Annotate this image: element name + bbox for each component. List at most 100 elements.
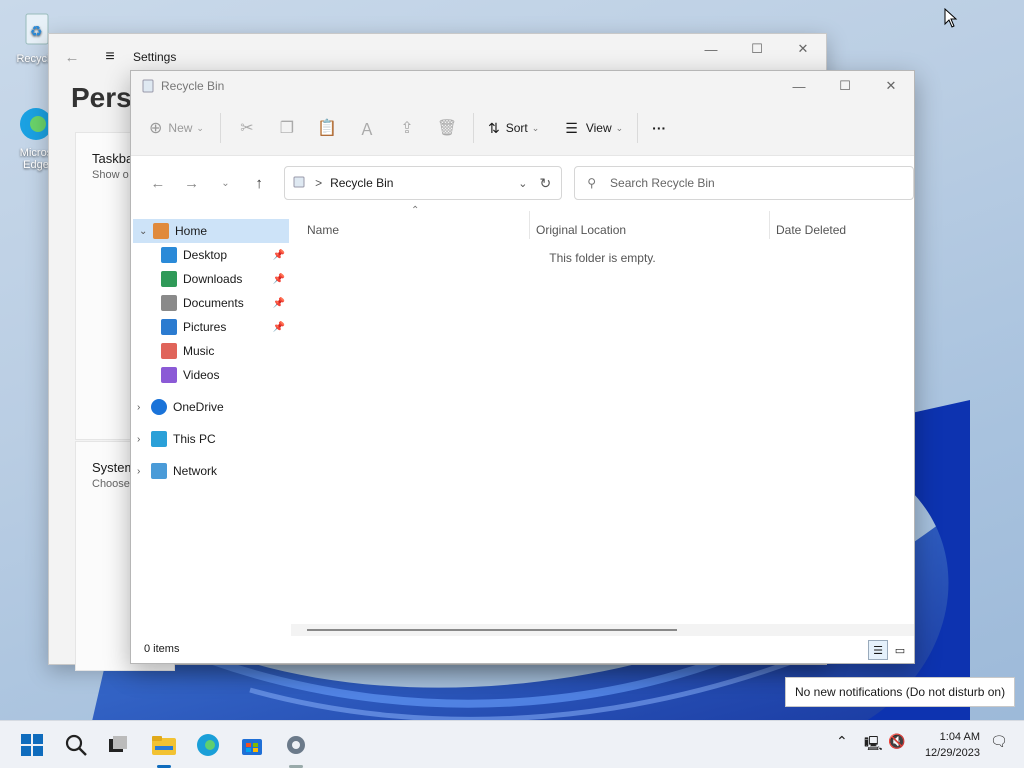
nav-label: Pictures [183,320,227,334]
pin-icon[interactable]: 📌 [273,274,285,285]
refresh-icon[interactable]: ↻ [539,175,551,192]
chevron-down-icon[interactable]: ⌄ [518,177,527,190]
explorer-window-controls: — ☐ ✕ [776,71,914,101]
details-view-icon[interactable]: ☰ [868,640,888,660]
chevron-right-icon[interactable]: › [137,402,151,413]
search-icon: ⚲ [587,176,597,190]
minimize-icon[interactable]: — [688,34,734,64]
pin-icon[interactable]: 📌 [273,322,285,333]
show-hidden-icons-chevron-icon[interactable]: ⌃ [836,733,848,750]
window-title: Recycle Bin [161,79,225,93]
nav-item-documents[interactable]: Documents 📌 [131,291,291,315]
recent-chevron-icon[interactable]: ⌄ [209,178,243,189]
search-input[interactable]: ⚲ Search Recycle Bin [574,166,914,200]
column-header-name[interactable]: Name [307,223,339,237]
share-icon[interactable]: ⇪ [387,112,427,144]
file-explorer-icon[interactable] [148,729,180,761]
clock[interactable]: 1:04 AM 12/29/2023 [925,729,980,761]
file-explorer-window: Recycle Bin — ☐ ✕ ⊕ New ⌄ ✂ ❐ 📋 Ａ ⇪ 🗑 ⇅ … [130,70,915,664]
notification-center-icon[interactable]: 🗨 [990,733,1008,750]
forward-arrow-icon[interactable]: → [175,175,209,192]
chevron-right-icon[interactable]: › [137,434,151,445]
task-view-icon[interactable] [102,729,134,761]
nav-item-downloads[interactable]: Downloads 📌 [131,267,291,291]
nav-label: Desktop [183,248,228,262]
nav-label: Documents [183,296,244,310]
back-arrow-icon[interactable]: ← [141,175,175,192]
column-header-original-location[interactable]: Original Location [536,223,626,237]
rename-icon[interactable]: Ａ [347,112,387,144]
nav-label: Downloads [183,272,243,286]
maximize-icon[interactable]: ☐ [822,71,868,101]
volume-muted-icon[interactable]: 🔇 [888,733,905,750]
view-icon: ☰ [565,119,578,136]
nav-item-network[interactable]: › Network [131,459,291,483]
taskbar: ⌃ 🖳 🔇 1:04 AM 12/29/2023 🗨 [0,720,1024,768]
clock-time: 1:04 AM [939,731,980,743]
chevron-down-icon: ⌄ [531,122,540,133]
copy-icon[interactable]: ❐ [267,112,307,144]
address-bar[interactable]: > Recycle Bin ⌄ ↻ [284,166,563,200]
command-bar: ⊕ New ⌄ ✂ ❐ 📋 Ａ ⇪ 🗑 ⇅ Sort ⌄ ☰ View ⌄ ··… [131,101,914,156]
chevron-down-icon: ⌄ [615,122,624,133]
divider [637,113,639,143]
tiles-view-icon[interactable]: ▭ [890,640,910,660]
start-icon[interactable] [16,729,48,761]
network-status-icon[interactable]: 🖳 [864,733,883,757]
nav-item-desktop[interactable]: Desktop 📌 [131,243,291,267]
cut-icon[interactable]: ✂ [227,112,267,144]
navigation-pane: ⌄ Home Desktop 📌 Downloads 📌 Documents 📌 Pictu… [131,211,291,621]
nav-item-videos[interactable]: Videos [131,363,291,387]
sort-button[interactable]: ⇅ Sort ⌄ [488,112,539,144]
scrollbar-thumb[interactable] [307,629,677,631]
column-divider[interactable] [769,211,770,239]
menu-icon[interactable]: ≡ [95,48,125,66]
nav-item-this-pc[interactable]: › This PC [131,427,291,451]
edge-icon[interactable] [192,729,224,761]
notification-toast: No new notifications (Do not disturb on) [785,677,1016,707]
new-button[interactable]: ⊕ New ⌄ [149,112,204,144]
delete-icon[interactable]: 🗑 [427,112,467,144]
empty-folder-message: This folder is empty. [549,251,656,265]
close-icon[interactable]: ✕ [780,34,826,64]
minimize-icon[interactable]: — [776,71,822,101]
column-header-date-deleted[interactable]: Date Deleted [776,223,846,237]
nav-label: Music [183,344,215,358]
nav-item-pictures[interactable]: Pictures 📌 [131,315,291,339]
nav-label: OneDrive [173,400,224,414]
settings-window-controls: — ☐ ✕ [688,34,826,64]
column-divider[interactable] [529,211,530,239]
status-bar: 0 items [131,635,914,663]
pin-icon[interactable]: 📌 [273,298,285,309]
back-arrow-icon[interactable]: ← [49,49,95,66]
divider [219,113,221,143]
up-arrow-icon[interactable]: ↑ [242,175,276,192]
breadcrumb[interactable]: Recycle Bin [330,176,393,190]
search-placeholder: Search Recycle Bin [610,176,715,190]
chevron-down-icon: ⌄ [196,122,204,133]
chevron-right-icon[interactable]: › [137,466,151,477]
pin-icon[interactable]: 📌 [273,250,285,261]
music-folder-icon [161,343,177,359]
divider [472,113,474,143]
close-icon[interactable]: ✕ [868,71,914,101]
view-label: View [585,121,612,135]
view-button[interactable]: ☰ View ⌄ [565,112,623,144]
sort-icon: ⇅ [487,119,500,136]
settings-icon[interactable] [280,729,312,761]
address-row: ← → ⌄ ↑ > Recycle Bin ⌄ ↻ ⚲ Search Recyc… [131,156,914,210]
nav-item-home[interactable]: ⌄ Home [133,219,289,243]
nav-label: Home [175,224,208,238]
nav-label: Network [173,464,218,478]
toast-text: No new notifications (Do not disturb on) [795,685,1006,699]
chevron-down-icon[interactable]: ⌄ [139,226,153,237]
maximize-icon[interactable]: ☐ [734,34,780,64]
search-icon[interactable] [60,729,92,761]
nav-item-onedrive[interactable]: › OneDrive [131,395,291,419]
store-icon[interactable] [236,729,268,761]
paste-icon[interactable]: 📋 [307,112,347,144]
nav-item-music[interactable]: Music [131,339,291,363]
downloads-folder-icon [161,271,177,287]
this-pc-icon [151,431,167,447]
see-more-button[interactable]: ··· [652,112,666,144]
